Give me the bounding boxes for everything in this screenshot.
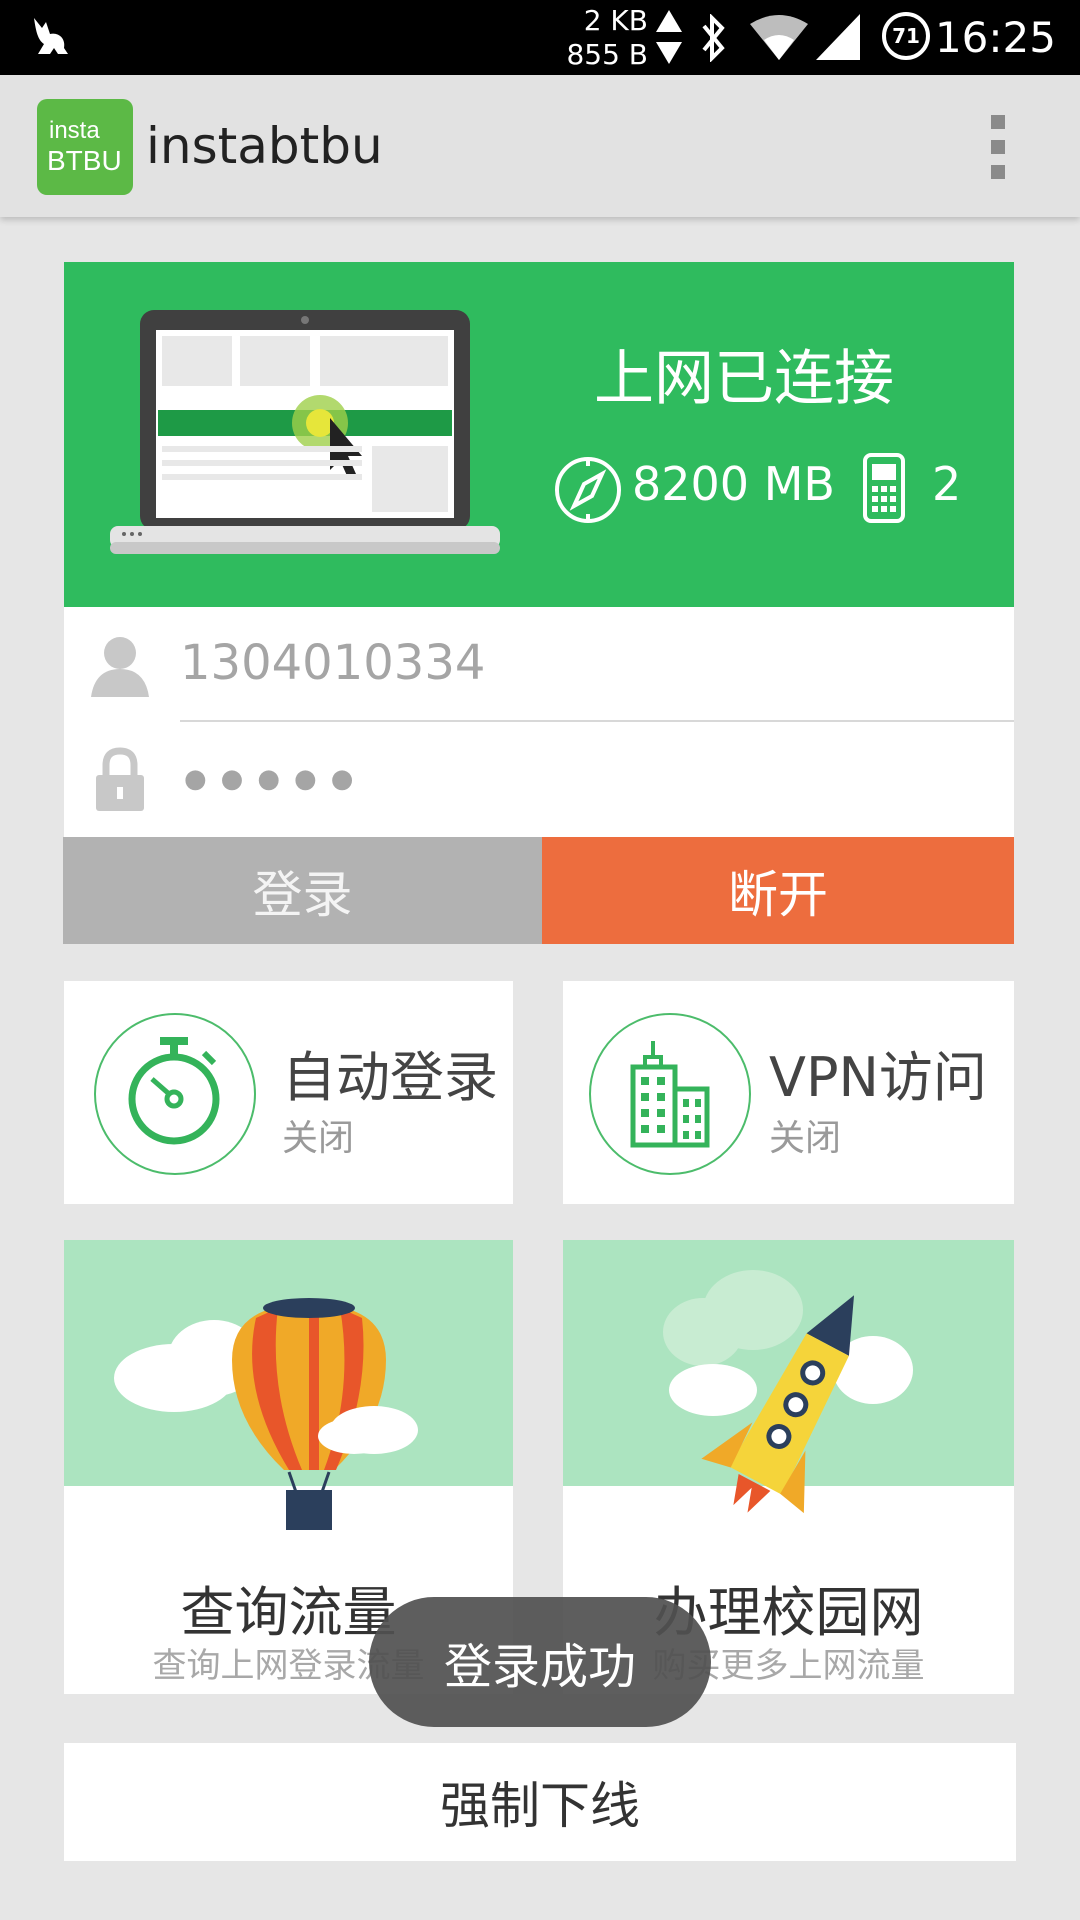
auto-login-toggle[interactable]: 自动登录 关闭 <box>64 981 513 1204</box>
auto-login-state: 关闭 <box>282 1118 355 1159</box>
device-count: 2 <box>932 457 962 511</box>
password-field[interactable]: ●●●●● <box>184 751 367 807</box>
login-button[interactable]: 登录 <box>63 837 542 944</box>
vpn-toggle[interactable]: VPN访问 关闭 <box>563 981 1014 1204</box>
upload-rate: 2 KB <box>583 4 648 37</box>
download-rate: 855 B <box>566 38 648 71</box>
compass-icon <box>555 457 621 523</box>
toast-message: 登录成功 <box>369 1597 711 1727</box>
disconnect-button[interactable]: 断开 <box>542 837 1014 944</box>
stopwatch-icon <box>128 1037 220 1145</box>
field-divider <box>180 720 1014 722</box>
network-rate: 2 KB 855 B <box>566 4 648 72</box>
logo-text-top: insta <box>49 117 100 144</box>
rocket-illustration <box>663 1270 913 1514</box>
bluetooth-icon <box>702 14 725 62</box>
traffic-amount: 8200 MB <box>632 457 835 511</box>
login-form: 1304010334 ●●●●● <box>64 607 1014 837</box>
app-logo: insta BTBU <box>37 99 133 195</box>
vpn-state: 关闭 <box>769 1118 842 1159</box>
connection-status-card: 上网已连接 8200 MB 2 <box>64 262 1014 607</box>
rate-arrows-icon <box>656 10 682 64</box>
logo-text-bottom: BTBU <box>47 145 122 176</box>
username-field[interactable]: 1304010334 <box>180 635 485 691</box>
force-offline-button[interactable]: 强制下线 <box>64 1743 1016 1861</box>
app-title: instabtbu <box>146 117 383 175</box>
user-icon <box>91 637 149 697</box>
lock-icon <box>96 747 144 811</box>
building-icon <box>630 1041 710 1148</box>
hot-air-balloon-illustration <box>114 1298 418 1530</box>
notification-cat-icon <box>34 18 68 54</box>
laptop-illustration <box>110 310 500 554</box>
phone-icon <box>863 453 905 523</box>
app-bar: insta BTBU instabtbu <box>0 75 1080 217</box>
battery-icon: 71 <box>882 12 930 60</box>
signal-icon <box>816 14 860 60</box>
battery-level: 71 <box>892 24 920 48</box>
status-bar: 2 KB 855 B 71 16:25 <box>0 0 1080 75</box>
wifi-icon <box>750 15 808 60</box>
vpn-title: VPN访问 <box>769 1046 987 1109</box>
overflow-menu-icon[interactable] <box>986 115 1010 185</box>
clock: 16:25 <box>934 13 1056 62</box>
connection-status-text: 上网已连接 <box>594 344 894 414</box>
auto-login-title: 自动登录 <box>282 1046 498 1109</box>
